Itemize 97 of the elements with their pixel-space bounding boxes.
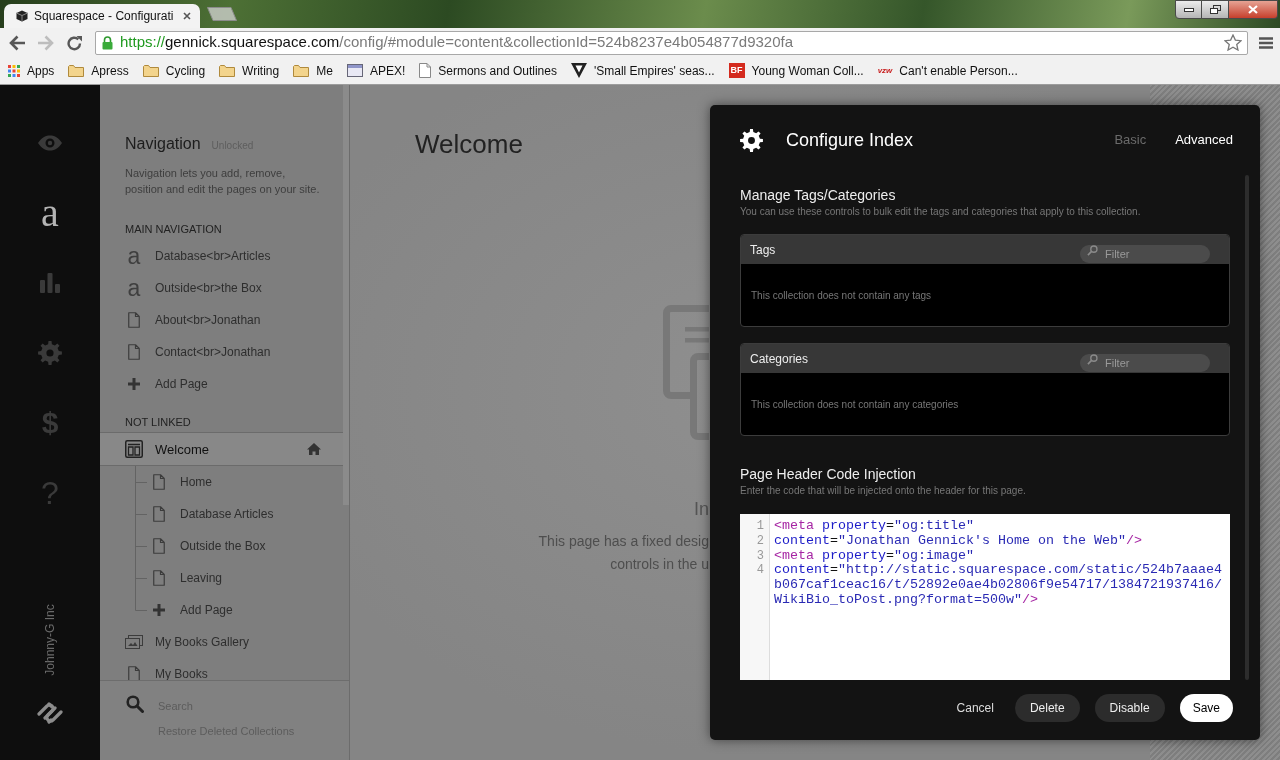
logo-icon[interactable] [37, 702, 63, 724]
page-icon [153, 506, 165, 522]
bookmark[interactable]: Sermons and Outlines [418, 59, 558, 82]
line-number: 2 [755, 533, 765, 549]
section-title: Page Header Code Injection [740, 466, 917, 483]
logo-text: vzw [877, 65, 893, 76]
cube-icon [16, 10, 28, 22]
page-icon [153, 474, 165, 490]
page-icon [153, 538, 165, 554]
tab[interactable]: Advanced [1175, 130, 1233, 150]
new-tab-button[interactable] [207, 7, 237, 21]
section-description: Enter the code that will be injected onto the header for this page. [740, 484, 1027, 497]
lock-icon [102, 35, 113, 50]
code-line: content="Jonathan Gennick's Home on the Web"/> [774, 533, 1143, 549]
reload-icon[interactable] [66, 34, 84, 51]
triangle-logo-icon [570, 63, 587, 78]
page-icon [153, 570, 165, 586]
code-line: <meta property="og:image" [774, 548, 975, 564]
search-icon [1087, 353, 1098, 365]
folder-icon [219, 64, 236, 77]
tree-line [135, 530, 147, 562]
window-icon [346, 64, 363, 77]
bookmark[interactable]: Apps [7, 59, 56, 82]
search-icon [126, 695, 144, 713]
document-icon [663, 305, 709, 441]
page-title: Welcome [415, 129, 524, 159]
dialog-title: Configure Index [786, 128, 914, 152]
line-number: 4 [755, 563, 765, 579]
folder-icon [68, 64, 85, 77]
search-icon [1087, 244, 1098, 256]
letter-icon: a [127, 247, 141, 265]
nav-item[interactable]: Add Page [100, 594, 343, 626]
section-heading: MAIN NAVIGATION [125, 222, 223, 236]
page-icon [419, 63, 432, 78]
notice-text: This page has a fixed desig [538, 532, 709, 551]
bookmark[interactable]: Cycling [141, 59, 207, 82]
section-heading: NOT LINKED [125, 415, 192, 429]
star-icon[interactable] [1224, 34, 1242, 51]
back-icon[interactable] [8, 34, 26, 51]
minimize-button[interactable] [1175, 0, 1202, 19]
line-number: 1 [755, 519, 765, 534]
secondary-button[interactable]: Delete [1014, 694, 1080, 722]
secondary-button[interactable]: Disable [1094, 694, 1165, 722]
filter-field[interactable]: Filter [1080, 353, 1210, 372]
layout-icon [125, 440, 143, 458]
bookmark[interactable]: APEX! [345, 59, 407, 82]
minimize-icon [1183, 7, 1194, 12]
primary-button[interactable]: Save [1179, 694, 1233, 722]
address-bar[interactable]: https://gennick.squarespace.com/config/#module=content&collectionId=524b8237e4b054877d9320fa [95, 30, 1248, 55]
section-description: You can use these controls to bulk edit the tags and categories that apply to this collection. [740, 205, 1142, 218]
account-name: Johnny-G Inc [42, 604, 58, 676]
empty-message: This collection does not contain any tags [751, 288, 932, 303]
bookmark[interactable]: vzw Can't enable Person... [876, 59, 1019, 82]
nav-item[interactable]: Add Page [100, 368, 343, 400]
section-title: Manage Tags/Categories [740, 186, 897, 204]
page-icon [128, 344, 140, 360]
browser-tab[interactable]: Squarespace - Configurati [4, 4, 200, 28]
line-number: 3 [755, 548, 765, 564]
bookmark[interactable]: Writing [218, 59, 281, 82]
bookmark[interactable]: BF Young Woman Coll... [727, 59, 865, 82]
code-line: content="http://static.squarespace.com/static/524b7aaae4b067caf1ceac16/t/52892e0ae4b02806f9e54717/1384721937416/WikiBio_toPost.png?format=500w"/> [774, 563, 1223, 608]
panel-title: Tags [750, 241, 776, 259]
folder-icon [142, 64, 159, 77]
letter-icon[interactable]: a [41, 195, 59, 231]
plus-icon [153, 604, 165, 616]
restore-icon [1209, 5, 1221, 14]
bookmark[interactable]: Me [292, 59, 334, 82]
close-icon [1248, 5, 1258, 14]
close-button[interactable] [1229, 0, 1278, 19]
apps-grid-icon [8, 64, 20, 77]
gallery-icon [125, 635, 143, 649]
bookmark[interactable]: Apress [67, 59, 130, 82]
tab[interactable]: Basic [1114, 130, 1147, 150]
empty-message: This collection does not contain any categories [751, 397, 959, 412]
close-icon[interactable] [183, 12, 191, 20]
restore-button[interactable] [1202, 0, 1229, 19]
scrollbar-thumb[interactable] [343, 85, 349, 505]
letter-icon: a [127, 279, 141, 297]
menu-icon[interactable] [1259, 36, 1273, 49]
plus-icon [128, 378, 140, 390]
folder-icon [293, 64, 310, 77]
url-text: https://gennick.squarespace.com/config/#module=content&collectionId=524b8237e4b054877d9320fa [120, 32, 794, 53]
panel-title: Navigation [125, 134, 201, 154]
logo-badge: BF [728, 63, 745, 78]
filter-field[interactable]: Filter [1080, 244, 1210, 263]
code-editor[interactable] [740, 514, 1230, 680]
nav-item[interactable]: Welcome [100, 432, 343, 466]
tree-line [135, 498, 147, 530]
panel-title: Categories [750, 350, 809, 368]
code-line: <meta property="og:title" [774, 519, 975, 534]
panel-description: Navigation lets you add, remove, position and edit the pages on your site. [125, 166, 321, 197]
tree-line [135, 466, 147, 498]
bookmark[interactable]: 'Small Empires' seas... [569, 59, 716, 82]
page-icon [128, 666, 140, 680]
page-icon [128, 312, 140, 328]
text-button[interactable]: Cancel [956, 694, 994, 722]
settings-icon [740, 128, 763, 152]
